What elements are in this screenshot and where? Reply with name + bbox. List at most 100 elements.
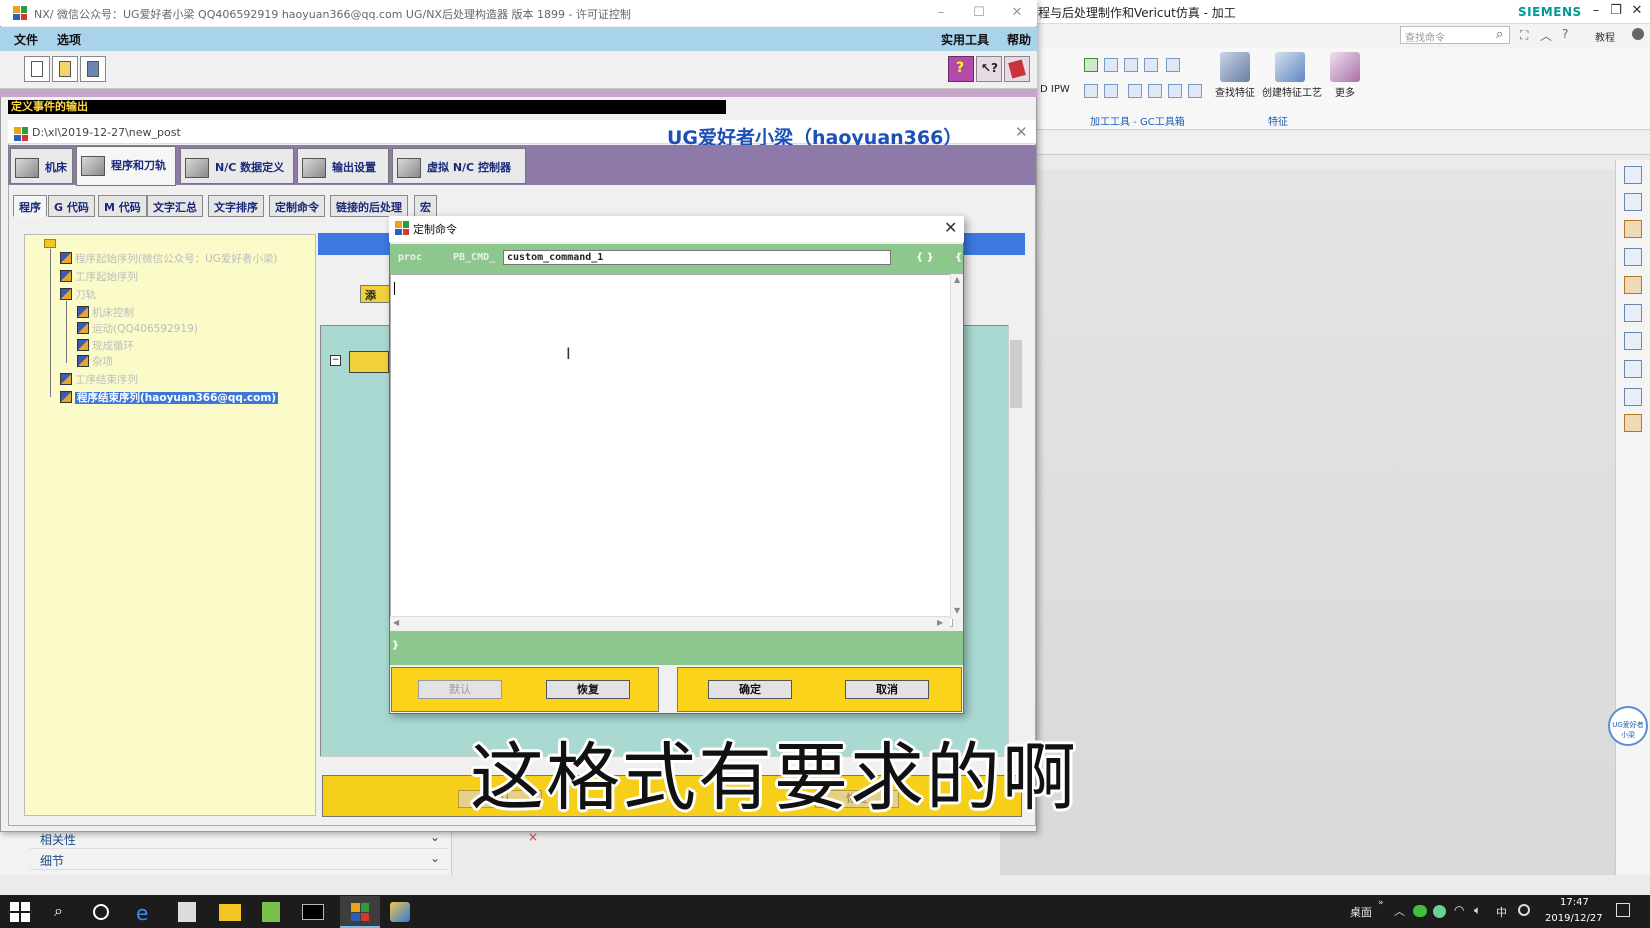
calculator-icon[interactable] — [178, 902, 196, 922]
add-block-button[interactable]: 添 — [360, 285, 390, 303]
notification-icon[interactable] — [1616, 903, 1630, 917]
notepad-icon[interactable] — [262, 902, 280, 922]
minimize-icon[interactable]: – — [932, 5, 950, 21]
user-avatar[interactable] — [1632, 28, 1644, 40]
tree-item[interactable]: 刀轨 — [60, 287, 96, 302]
document-icon[interactable] — [1624, 248, 1642, 266]
more-icon[interactable] — [1330, 52, 1360, 82]
start-icon[interactable] — [10, 902, 30, 922]
volume-icon[interactable]: 🔈︎ — [1474, 903, 1481, 918]
tab-output-settings[interactable]: 输出设置 — [297, 148, 389, 184]
terminal-icon[interactable] — [302, 904, 324, 920]
find-feature-button[interactable]: 查找特征 — [1215, 84, 1255, 99]
tab-nc-data[interactable]: N/C 数据定义 — [180, 148, 294, 184]
tab-program-toolpath[interactable]: 程序和刀轨 — [76, 146, 176, 186]
graphics-window[interactable] — [1000, 170, 1615, 875]
tray-app-icon[interactable] — [1433, 905, 1446, 918]
subtab-m-code[interactable]: M 代码 — [98, 195, 147, 217]
manual-button[interactable] — [1004, 56, 1030, 82]
collapse-ribbon-icon[interactable]: ︿ — [1540, 27, 1552, 44]
subtab-program[interactable]: 程序 — [13, 195, 47, 217]
maximize-icon[interactable]: ☐ — [970, 5, 988, 21]
ribbon-group-feature[interactable]: 特征 — [1268, 113, 1288, 128]
ok-button[interactable]: 确定 — [708, 680, 792, 699]
wechat-icon[interactable] — [1413, 905, 1427, 917]
ribbon-tool-icon[interactable] — [1168, 84, 1182, 98]
clock-time[interactable]: 17:47 — [1560, 897, 1589, 908]
editor-vertical-scrollbar[interactable]: ▲ ▼ — [950, 274, 963, 619]
reuse-library-icon[interactable] — [1624, 304, 1642, 322]
open-file-button[interactable] — [52, 56, 78, 82]
ribbon-tool-icon[interactable] — [1084, 84, 1098, 98]
context-help-button[interactable]: ↖? — [976, 56, 1002, 82]
menu-utilities[interactable]: 实用工具 — [941, 31, 989, 48]
ribbon-tool-icon[interactable] — [1104, 58, 1118, 72]
edge-browser-icon[interactable]: e — [136, 903, 160, 927]
tree-item[interactable]: 杂项 — [77, 354, 113, 369]
close-icon[interactable]: ✕ — [944, 218, 957, 237]
ribbon-tool-icon[interactable] — [1148, 84, 1162, 98]
subtab-g-code[interactable]: G 代码 — [48, 195, 95, 217]
ribbon-tool-icon[interactable] — [1124, 58, 1138, 72]
subtab-word-summary[interactable]: 文字汇总 — [147, 195, 203, 217]
navigator-icon[interactable] — [1624, 166, 1642, 184]
ribbon-tool-icon[interactable] — [1188, 84, 1202, 98]
ribbon-tool-icon[interactable] — [1128, 84, 1142, 98]
new-file-button[interactable] — [24, 56, 50, 82]
tree-item[interactable]: 机床控制 — [77, 305, 134, 320]
tree-item[interactable]: 运动(QQ406592919) — [77, 321, 198, 336]
tab-machine[interactable]: 机床 — [10, 148, 73, 184]
event-block[interactable] — [349, 351, 389, 373]
create-feature-process-icon[interactable] — [1275, 52, 1305, 82]
ribbon-tool-icon[interactable] — [1104, 84, 1118, 98]
close-icon[interactable]: ✕ — [1628, 3, 1646, 19]
tree-item[interactable]: 工序起始序列 — [60, 269, 138, 284]
subtab-custom-command[interactable]: 定制命令 — [269, 195, 325, 217]
desktop-toolbar-label[interactable]: 桌面 — [1350, 904, 1372, 920]
wifi-icon[interactable]: ◠ — [1454, 903, 1464, 917]
ribbon-ipw-label[interactable]: D IPW — [1040, 84, 1070, 95]
dialog-restore-button[interactable]: 恢复 — [546, 680, 630, 699]
close-icon[interactable]: ✕ — [1015, 123, 1028, 141]
more-button[interactable]: 更多 — [1335, 84, 1355, 99]
ribbon-group-tools[interactable]: 加工工具 - GC工具箱 — [1090, 113, 1185, 128]
find-feature-icon[interactable] — [1220, 52, 1250, 82]
nx-taskbar-icon[interactable] — [390, 902, 410, 922]
dialog-default-button[interactable]: 默认 — [418, 680, 502, 699]
cancel-button[interactable]: 取消 — [845, 680, 929, 699]
accordion-related[interactable]: 相关性 ⌄ — [30, 829, 448, 849]
clock-date[interactable]: 2019/12/27 — [1545, 913, 1603, 924]
scroll-right-icon[interactable]: ▶ — [937, 618, 943, 627]
collapse-icon[interactable]: − — [330, 355, 341, 366]
command-search-input[interactable]: 查找命令 — [1400, 26, 1510, 44]
search-icon[interactable]: ⌕ — [1496, 27, 1503, 42]
window-icon[interactable] — [1624, 332, 1642, 350]
tutorial-link[interactable]: 教程 — [1595, 29, 1615, 44]
tree-item-selected[interactable]: 程序结束序列(haoyuan366@qq.com) — [60, 390, 279, 405]
scroll-left-icon[interactable]: ◀ — [393, 618, 399, 627]
tray-expand-icon[interactable]: ︿ — [1394, 903, 1405, 919]
menu-file[interactable]: 文件 — [14, 31, 38, 48]
post-builder-taskbar-button[interactable] — [340, 896, 380, 928]
history-icon[interactable] — [1624, 388, 1642, 406]
tree-item[interactable]: 程序起始序列(微信公众号：UG爱好者小梁) — [60, 251, 278, 266]
help-button[interactable]: ? — [948, 56, 974, 82]
chevron-icon[interactable]: » — [1378, 898, 1384, 908]
machine-navigator-icon[interactable] — [1624, 276, 1642, 294]
menu-help[interactable]: 帮助 — [1007, 31, 1031, 48]
command-body-editor[interactable] — [390, 274, 953, 627]
cortana-icon[interactable] — [93, 904, 109, 920]
save-file-button[interactable] — [80, 56, 106, 82]
navigator-icon[interactable] — [1624, 193, 1642, 211]
search-icon[interactable]: ⌕ — [54, 901, 63, 921]
menu-options[interactable]: 选项 — [57, 31, 81, 48]
subtab-linked-posts[interactable]: 链接的后处理 — [330, 195, 408, 217]
file-explorer-icon[interactable] — [219, 904, 241, 921]
check-tool-icon[interactable] — [1084, 58, 1098, 72]
tab-virtual-nc[interactable]: 虚拟 N/C 控制器 — [392, 148, 526, 184]
close-icon[interactable]: ✕ — [1008, 5, 1026, 21]
restore-icon[interactable]: ❐ — [1607, 3, 1625, 19]
create-feature-process-button[interactable]: 创建特征工艺 — [1262, 84, 1322, 99]
scroll-down-icon[interactable]: ▼ — [954, 606, 960, 615]
settings-icon[interactable] — [1624, 414, 1642, 432]
